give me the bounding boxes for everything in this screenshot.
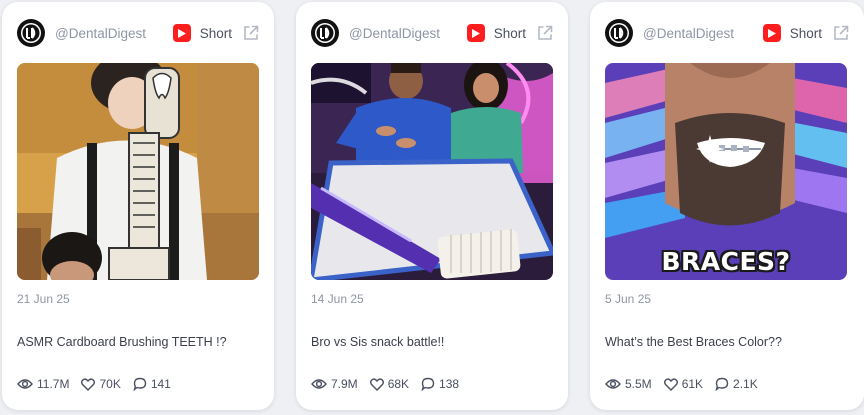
video-card[interactable]: @DentalDigest Short [296, 2, 568, 410]
publish-date: 21 Jun 25 [17, 292, 70, 306]
content-type-label: Short [789, 25, 822, 41]
channel-avatar[interactable] [311, 19, 339, 47]
thumbnail-caption: BRACES? [661, 247, 791, 276]
engagement-stats: 7.9M 68K 138 [311, 377, 471, 391]
card-header: @DentalDigest Short [311, 18, 554, 48]
card-header: @DentalDigest Short [17, 18, 260, 48]
video-card[interactable]: @DentalDigest Short [2, 2, 274, 410]
video-thumbnail[interactable] [311, 63, 553, 280]
youtube-icon [172, 24, 191, 42]
content-type-badge[interactable]: Short [466, 24, 526, 42]
engagement-stats: 5.5M 61K 2.1K [605, 377, 770, 391]
video-thumbnail[interactable] [17, 63, 259, 280]
likes-count: 70K [99, 377, 121, 391]
views-stat: 11.7M [17, 377, 69, 391]
comments-count: 2.1K [733, 377, 758, 391]
channel-handle[interactable]: @DentalDigest [55, 26, 173, 41]
likes-stat: 70K [81, 377, 121, 391]
video-card[interactable]: @DentalDigest Short [590, 2, 864, 410]
likes-count: 61K [681, 377, 704, 391]
heart-icon [663, 377, 678, 391]
views-count: 7.9M [331, 377, 358, 391]
comments-stat: 2.1K [715, 377, 758, 391]
youtube-icon [466, 24, 485, 42]
comments-count: 138 [439, 377, 460, 391]
comments-stat: 141 [133, 377, 171, 391]
dd-logo-icon [315, 23, 335, 43]
views-count: 11.7M [37, 377, 70, 391]
content-type-badge[interactable]: Short [172, 24, 232, 42]
eye-icon [605, 379, 621, 389]
youtube-icon [762, 24, 781, 42]
heart-icon [369, 377, 384, 391]
comment-icon [421, 377, 435, 391]
card-header: @DentalDigest Short [605, 18, 850, 48]
external-link-icon[interactable] [536, 24, 554, 42]
content-type-badge[interactable]: Short [762, 24, 822, 42]
eye-icon [17, 379, 33, 389]
dd-logo-icon [21, 23, 41, 43]
video-title[interactable]: What’s the Best Braces Color?? [605, 335, 782, 349]
publish-date: 14 Jun 25 [311, 292, 364, 306]
content-type-label: Short [493, 25, 526, 41]
engagement-stats: 11.7M 70K 141 [17, 377, 183, 391]
channel-avatar[interactable] [605, 19, 633, 47]
video-thumbnail[interactable]: BRACES? [605, 63, 847, 280]
channel-handle[interactable]: @DentalDigest [349, 26, 467, 41]
external-link-icon[interactable] [242, 24, 260, 42]
likes-stat: 61K [663, 377, 704, 391]
publish-date: 5 Jun 25 [605, 292, 652, 306]
views-stat: 5.5M [605, 377, 652, 391]
comment-icon [133, 377, 147, 391]
channel-avatar[interactable] [17, 19, 45, 47]
heart-icon [81, 377, 96, 391]
video-title[interactable]: Bro vs Sis snack battle!! [311, 335, 444, 349]
likes-count: 68K [387, 377, 410, 391]
eye-icon [311, 379, 327, 389]
channel-handle[interactable]: @DentalDigest [643, 26, 763, 41]
likes-stat: 68K [369, 377, 410, 391]
views-stat: 7.9M [311, 377, 358, 391]
video-title[interactable]: ASMR Cardboard Brushing TEETH !? [17, 335, 227, 349]
dd-logo-icon [609, 23, 629, 43]
comment-icon [715, 377, 729, 391]
content-type-label: Short [199, 25, 232, 41]
external-link-icon[interactable] [832, 24, 850, 42]
comments-stat: 138 [421, 377, 459, 391]
comments-count: 141 [150, 377, 171, 391]
views-count: 5.5M [625, 377, 652, 391]
